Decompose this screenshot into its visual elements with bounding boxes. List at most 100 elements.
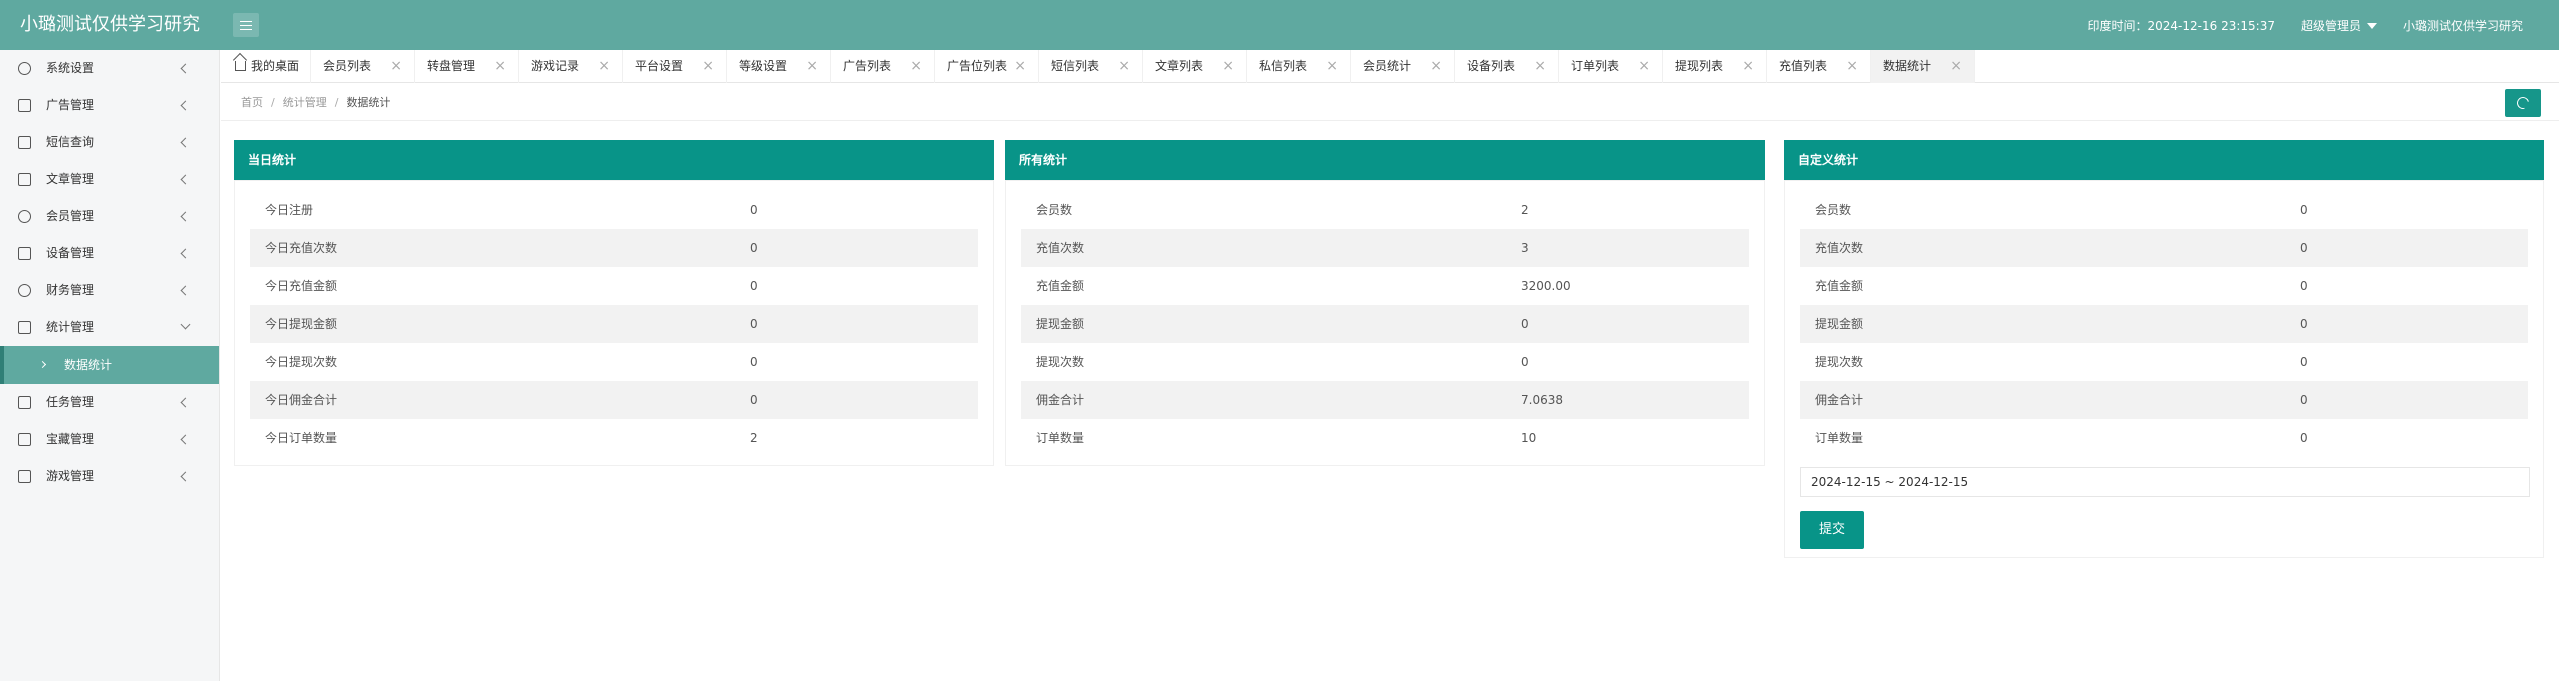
refresh-button[interactable] <box>2505 89 2541 117</box>
sidebar-item-label: 设备管理 <box>46 246 95 260</box>
stat-label: 会员数 <box>1036 203 1073 217</box>
stat-label: 今日订单数量 <box>265 431 338 445</box>
sidebar-item-label: 任务管理 <box>46 395 95 409</box>
tab-wheel[interactable]: 转盘管理 × <box>415 50 519 83</box>
tab-level-settings[interactable]: 等级设置 × <box>727 50 831 83</box>
close-icon[interactable]: × <box>494 50 506 83</box>
close-icon[interactable]: × <box>1950 50 1962 83</box>
sidebar-item-treasure[interactable]: 宝藏管理 <box>0 421 219 458</box>
stat-row: 佣金合计 7.0638 <box>1021 381 1749 419</box>
close-icon[interactable]: × <box>390 50 402 83</box>
sidebar-item-finance[interactable]: 财务管理 <box>0 272 219 309</box>
stat-row: 今日提现金额 0 <box>250 305 978 343</box>
close-icon[interactable]: × <box>1326 50 1338 83</box>
close-icon[interactable]: × <box>1742 50 1754 83</box>
tab-message-list[interactable]: 私信列表 × <box>1247 50 1351 83</box>
tab-order-list[interactable]: 订单列表 × <box>1559 50 1663 83</box>
tab-label: 会员统计 <box>1363 59 1412 73</box>
close-icon[interactable]: × <box>1222 50 1234 83</box>
stat-row: 今日提现次数 0 <box>250 343 978 381</box>
stat-value: 0 <box>750 317 758 331</box>
sidebar-item-members[interactable]: 会员管理 <box>0 198 219 235</box>
stat-row: 订单数量 10 <box>1021 419 1749 457</box>
today-stats-panel: 当日统计 今日注册 0 今日充值次数 0 今日充值金额 0 今日提现金额 0 今日提现次… <box>234 140 994 466</box>
dollar-icon <box>18 284 31 297</box>
stat-row: 今日订单数量 2 <box>250 419 978 457</box>
app-title[interactable]: 小璐测试仅供学习研究 <box>0 0 220 50</box>
tab-ad-position-list[interactable]: 广告位列表 × <box>935 50 1039 83</box>
tab-label: 文章列表 <box>1155 59 1204 73</box>
stat-value: 0 <box>2300 393 2308 407</box>
tab-label: 短信列表 <box>1051 59 1100 73</box>
close-icon[interactable]: × <box>1534 50 1546 83</box>
close-icon[interactable]: × <box>1014 50 1026 83</box>
sidebar-item-sms[interactable]: 短信查询 <box>0 124 219 161</box>
stat-value: 0 <box>1521 355 1529 369</box>
sidebar-item-label: 宝藏管理 <box>46 432 95 446</box>
chevron-right-icon <box>38 360 47 369</box>
sidebar-item-devices[interactable]: 设备管理 <box>0 235 219 272</box>
close-icon[interactable]: × <box>702 50 714 83</box>
stat-row: 会员数 2 <box>1021 191 1749 229</box>
close-icon[interactable]: × <box>1846 50 1858 83</box>
sidebar-item-label: 游戏管理 <box>46 469 95 483</box>
stat-value: 0 <box>750 279 758 293</box>
date-range-input[interactable]: 2024-12-15 ~ 2024-12-15 <box>1800 467 2530 497</box>
tab-data-stats[interactable]: 数据统计 × <box>1871 50 1975 83</box>
sidebar-item-label: 会员管理 <box>46 209 95 223</box>
menu-toggle-button[interactable] <box>233 13 259 37</box>
stat-value: 3 <box>1521 241 1529 255</box>
tab-label: 广告列表 <box>843 59 892 73</box>
sidebar-item-games[interactable]: 游戏管理 <box>0 458 219 495</box>
tab-member-list[interactable]: 会员列表 × <box>311 50 415 83</box>
stat-row: 充值金额 3200.00 <box>1021 267 1749 305</box>
tab-home[interactable]: 我的桌面 <box>221 50 311 83</box>
sidebar-item-statistics[interactable]: 统计管理 <box>0 309 219 346</box>
tab-article-list[interactable]: 文章列表 × <box>1143 50 1247 83</box>
stat-value: 0 <box>750 241 758 255</box>
close-icon[interactable]: × <box>1118 50 1130 83</box>
tab-platform-settings[interactable]: 平台设置 × <box>623 50 727 83</box>
stat-label: 今日注册 <box>265 203 314 217</box>
top-header: 小璐测试仅供学习研究 印度时间：2024-12-16 23:15:37 超级管理… <box>0 0 2559 50</box>
stat-row: 订单数量 0 <box>1800 419 2528 457</box>
stat-row: 今日充值次数 0 <box>250 229 978 267</box>
tab-label: 充值列表 <box>1779 59 1828 73</box>
breadcrumb-home[interactable]: 首页 <box>241 96 263 109</box>
caret-down-icon <box>2366 23 2377 29</box>
tab-member-stats[interactable]: 会员统计 × <box>1351 50 1455 83</box>
stat-label: 佣金合计 <box>1036 393 1085 407</box>
refresh-icon <box>2514 94 2532 112</box>
tab-withdraw-list[interactable]: 提现列表 × <box>1663 50 1767 83</box>
stat-row: 充值次数 3 <box>1021 229 1749 267</box>
breadcrumb-current: 数据统计 <box>346 96 391 109</box>
tab-recharge-list[interactable]: 充值列表 × <box>1767 50 1871 83</box>
sliders-icon <box>18 396 31 409</box>
sidebar-item-articles[interactable]: 文章管理 <box>0 161 219 198</box>
stat-value: 0 <box>2300 431 2308 445</box>
stat-row: 今日充值金额 0 <box>250 267 978 305</box>
stat-value: 7.0638 <box>1521 393 1563 407</box>
close-icon[interactable]: × <box>1430 50 1442 83</box>
site-name-link[interactable]: 小璐测试仅供学习研究 <box>2403 17 2523 34</box>
tab-ad-list[interactable]: 广告列表 × <box>831 50 935 83</box>
sidebar-item-label: 文章管理 <box>46 172 95 186</box>
close-icon[interactable]: × <box>806 50 818 83</box>
stat-value: 0 <box>2300 241 2308 255</box>
sidebar-item-tasks[interactable]: 任务管理 <box>0 384 219 421</box>
tab-label: 设备列表 <box>1467 59 1516 73</box>
sidebar-item-system[interactable]: 系统设置 <box>0 50 219 87</box>
breadcrumb-section[interactable]: 统计管理 <box>283 96 327 109</box>
close-icon[interactable]: × <box>1638 50 1650 83</box>
tab-device-list[interactable]: 设备列表 × <box>1455 50 1559 83</box>
close-icon[interactable]: × <box>910 50 922 83</box>
sidebar-item-ads[interactable]: 广告管理 <box>0 87 219 124</box>
sidebar-subitem-data-stats[interactable]: 数据统计 <box>0 346 219 384</box>
user-menu[interactable]: 超级管理员 <box>2301 17 2377 34</box>
stat-label: 充值金额 <box>1036 279 1085 293</box>
tab-sms-list[interactable]: 短信列表 × <box>1039 50 1143 83</box>
submit-button[interactable]: 提交 <box>1800 511 1864 549</box>
tab-game-records[interactable]: 游戏记录 × <box>519 50 623 83</box>
close-icon[interactable]: × <box>598 50 610 83</box>
stat-row: 今日佣金合计 0 <box>250 381 978 419</box>
